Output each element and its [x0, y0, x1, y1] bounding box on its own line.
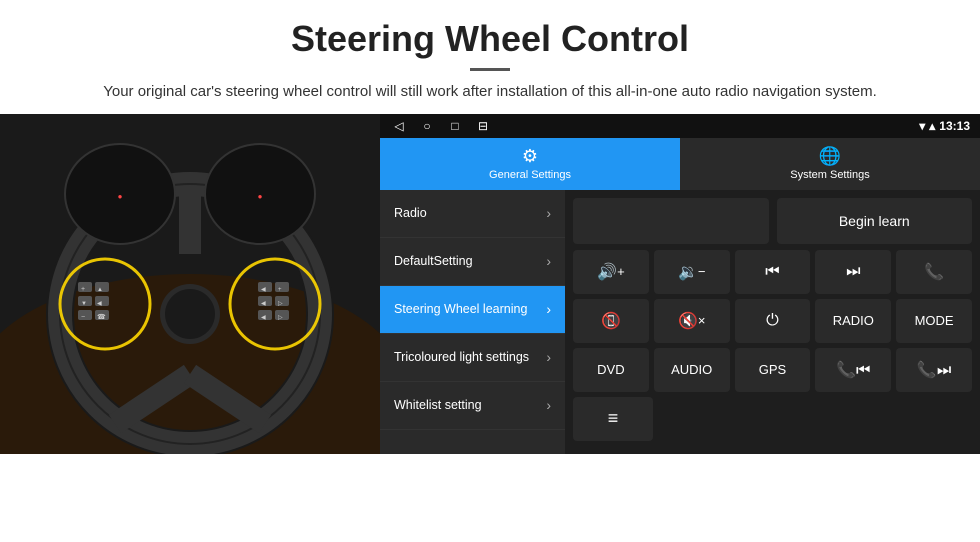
hang-up-button[interactable]: 📵 — [573, 299, 649, 343]
nav-buttons: ◁ ○ □ ⊟ — [390, 117, 492, 135]
svg-text:−: − — [81, 314, 85, 321]
page-title: Steering Wheel Control — [40, 18, 940, 60]
control-panel: Begin learn 🔊+ 🔉− ⏮ — [565, 190, 980, 454]
audio-button[interactable]: AUDIO — [654, 348, 730, 392]
radio-button[interactable]: RADIO — [815, 299, 891, 343]
svg-text:●: ● — [118, 192, 123, 201]
menu-item-whitelist[interactable]: Whitelist setting › — [380, 382, 565, 430]
tab-bar: ⚙ General Settings 🌐 System Settings — [380, 138, 980, 190]
menu-default-label: DefaultSetting — [394, 254, 473, 268]
volume-down-button[interactable]: 🔉− — [654, 250, 730, 294]
phone-next-button[interactable]: 📞⏭ — [896, 348, 972, 392]
svg-text:●: ● — [258, 192, 263, 201]
home-button[interactable]: ○ — [418, 117, 436, 135]
status-bar: ◁ ○ □ ⊟ ▾ ▴ 13:13 — [380, 114, 980, 138]
svg-text:▷: ▷ — [278, 315, 283, 321]
menu-item-default[interactable]: DefaultSetting › — [380, 238, 565, 286]
menu-steering-label: Steering Wheel learning — [394, 302, 527, 316]
eq-icon: ≡ — [608, 408, 619, 429]
control-row-2: 📵 🔇× ⏻ RADIO MODE — [573, 299, 972, 343]
power-button[interactable]: ⏻ — [735, 299, 811, 343]
begin-learn-button[interactable]: Begin learn — [777, 198, 973, 244]
radio-label: RADIO — [833, 313, 874, 328]
menu-item-steering[interactable]: Steering Wheel learning › — [380, 286, 565, 334]
svg-text:◀: ◀ — [97, 301, 102, 307]
content-row: + ▲ ▼ ◀ − ☎ ◀ + ◀ ▷ ◀ ▷ ● ● — [0, 114, 980, 454]
empty-placeholder — [573, 198, 769, 244]
volume-up-icon: 🔊 — [597, 262, 617, 282]
phone-button[interactable]: 📞 — [896, 250, 972, 294]
volume-down-icon: 🔉 — [678, 262, 698, 282]
menu-whitelist-label: Whitelist setting — [394, 398, 482, 412]
control-row-1: 🔊+ 🔉− ⏮ ⏭ 📞 — [573, 250, 972, 294]
chevron-right-icon: › — [546, 301, 551, 317]
system-settings-icon: 🌐 — [819, 146, 841, 167]
title-divider — [470, 68, 510, 71]
dvd-label: DVD — [597, 362, 624, 377]
car-image-section: + ▲ ▼ ◀ − ☎ ◀ + ◀ ▷ ◀ ▷ ● ● — [0, 114, 380, 454]
prev-track-button[interactable]: ⏮ — [735, 250, 811, 294]
recent-button[interactable]: □ — [446, 117, 464, 135]
main-content: Radio › DefaultSetting › Steering Wheel … — [380, 190, 980, 454]
page-subtitle: Your original car's steering wheel contr… — [40, 81, 940, 104]
mute-icon: 🔇 — [678, 311, 698, 331]
signal-icon: ▾ — [919, 119, 925, 133]
mode-button[interactable]: MODE — [896, 299, 972, 343]
volume-up-button[interactable]: 🔊+ — [573, 250, 649, 294]
svg-text:☎: ☎ — [97, 313, 106, 321]
back-button[interactable]: ◁ — [390, 117, 408, 135]
button-grid: 🔊+ 🔉− ⏮ ⏭ 📞 — [573, 250, 972, 392]
top-section: Steering Wheel Control Your original car… — [0, 0, 980, 114]
tab-system-settings[interactable]: 🌐 System Settings — [680, 138, 980, 190]
general-settings-icon: ⚙ — [522, 146, 538, 167]
control-row-3: DVD AUDIO GPS 📞⏮ 📞⏭ — [573, 348, 972, 392]
chevron-right-icon: › — [546, 349, 551, 365]
hang-up-icon: 📵 — [601, 311, 621, 331]
phone-prev-button[interactable]: 📞⏮ — [815, 348, 891, 392]
svg-text:▷: ▷ — [278, 301, 283, 307]
svg-text:◀: ◀ — [261, 315, 266, 321]
extra-button[interactable]: ⊟ — [474, 117, 492, 135]
svg-text:◀: ◀ — [261, 287, 266, 293]
audio-label: AUDIO — [671, 362, 712, 377]
chevron-right-icon: › — [546, 253, 551, 269]
svg-text:▼: ▼ — [81, 301, 87, 307]
phone-next-icon: 📞⏭ — [917, 360, 951, 380]
menu-panel: Radio › DefaultSetting › Steering Wheel … — [380, 190, 565, 454]
wifi-icon: ▴ — [929, 119, 935, 133]
prev-track-icon: ⏮ — [765, 263, 779, 281]
phone-icon: 📞 — [924, 262, 944, 282]
eq-button[interactable]: ≡ — [573, 397, 653, 441]
gps-button[interactable]: GPS — [735, 348, 811, 392]
device-section: ◁ ○ □ ⊟ ▾ ▴ 13:13 ⚙ General Settings 🌐 S… — [380, 114, 980, 454]
tab-general-settings[interactable]: ⚙ General Settings — [380, 138, 680, 190]
time-display: 13:13 — [939, 119, 970, 133]
mute-button[interactable]: 🔇× — [654, 299, 730, 343]
next-track-button[interactable]: ⏭ — [815, 250, 891, 294]
tab-system-label: System Settings — [790, 169, 869, 181]
tab-general-label: General Settings — [489, 169, 571, 181]
chevron-right-icon: › — [546, 205, 551, 221]
svg-text:▲: ▲ — [97, 287, 103, 293]
status-right: ▾ ▴ 13:13 — [919, 119, 970, 133]
menu-item-radio[interactable]: Radio › — [380, 190, 565, 238]
svg-text:+: + — [278, 287, 282, 293]
menu-radio-label: Radio — [394, 206, 427, 220]
next-track-icon: ⏭ — [846, 263, 860, 281]
dvd-button[interactable]: DVD — [573, 348, 649, 392]
phone-prev-icon: 📞⏮ — [836, 360, 870, 380]
power-icon: ⏻ — [766, 312, 779, 330]
svg-text:◀: ◀ — [261, 301, 266, 307]
menu-tricoloured-label: Tricoloured light settings — [394, 350, 529, 364]
begin-learn-row: Begin learn — [573, 198, 972, 244]
last-row: ≡ — [573, 397, 972, 441]
chevron-right-icon: › — [546, 397, 551, 413]
svg-text:+: + — [81, 286, 85, 293]
mode-label: MODE — [915, 313, 954, 328]
menu-item-tricoloured[interactable]: Tricoloured light settings › — [380, 334, 565, 382]
gps-label: GPS — [759, 362, 786, 377]
